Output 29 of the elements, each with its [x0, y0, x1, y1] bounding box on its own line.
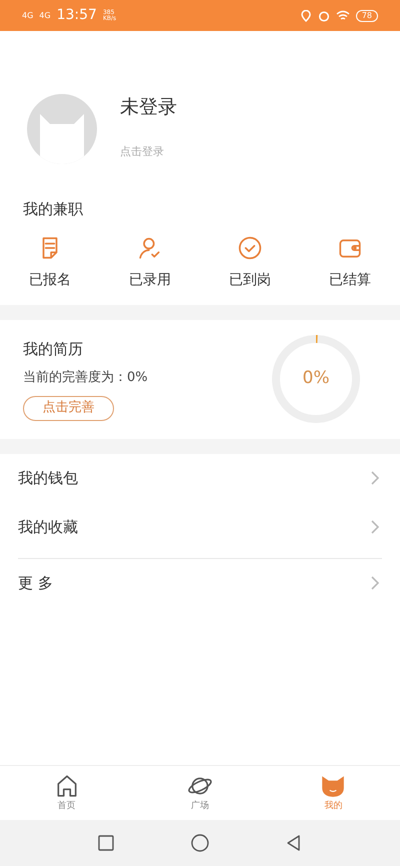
location-icon [300, 10, 312, 22]
cat-silhouette-icon [40, 114, 84, 164]
job-status-button[interactable]: 已到岗 [200, 234, 300, 290]
check-circle-icon [237, 234, 263, 260]
menu-item[interactable]: 我的收藏 [18, 502, 382, 552]
wifi-icon [336, 10, 350, 22]
completion-text: 当前的完善度为：0% [23, 369, 148, 387]
job-status-button[interactable]: 已结算 [300, 234, 400, 290]
circle-button-icon[interactable] [190, 834, 209, 852]
chevron-right-icon [370, 470, 380, 486]
network-indicator: 4G [39, 12, 51, 20]
alarm-icon [318, 10, 330, 22]
triangle-back-icon[interactable] [286, 835, 302, 851]
job-status-button[interactable]: 已录用 [100, 234, 200, 290]
chevron-right-icon [370, 575, 380, 591]
tab[interactable]: 广场 [133, 766, 267, 820]
user-name: 未登录 [120, 95, 177, 120]
section-title: 我的简历 [23, 338, 84, 360]
chevron-right-icon [370, 519, 380, 535]
battery-indicator: 78 [356, 10, 378, 22]
menu-item[interactable]: 我的钱包 [18, 454, 382, 502]
job-status-button[interactable]: 已报名 [0, 234, 100, 290]
section-title: 我的兼职 [23, 199, 84, 220]
clock: 13:57 [56, 6, 97, 25]
square-button-icon[interactable] [98, 835, 114, 851]
progress-label: 0% [302, 367, 330, 390]
tab[interactable]: 首页 [0, 766, 134, 820]
network-indicator: 4G [22, 12, 34, 20]
menu-item[interactable]: 更 多 [18, 558, 382, 608]
